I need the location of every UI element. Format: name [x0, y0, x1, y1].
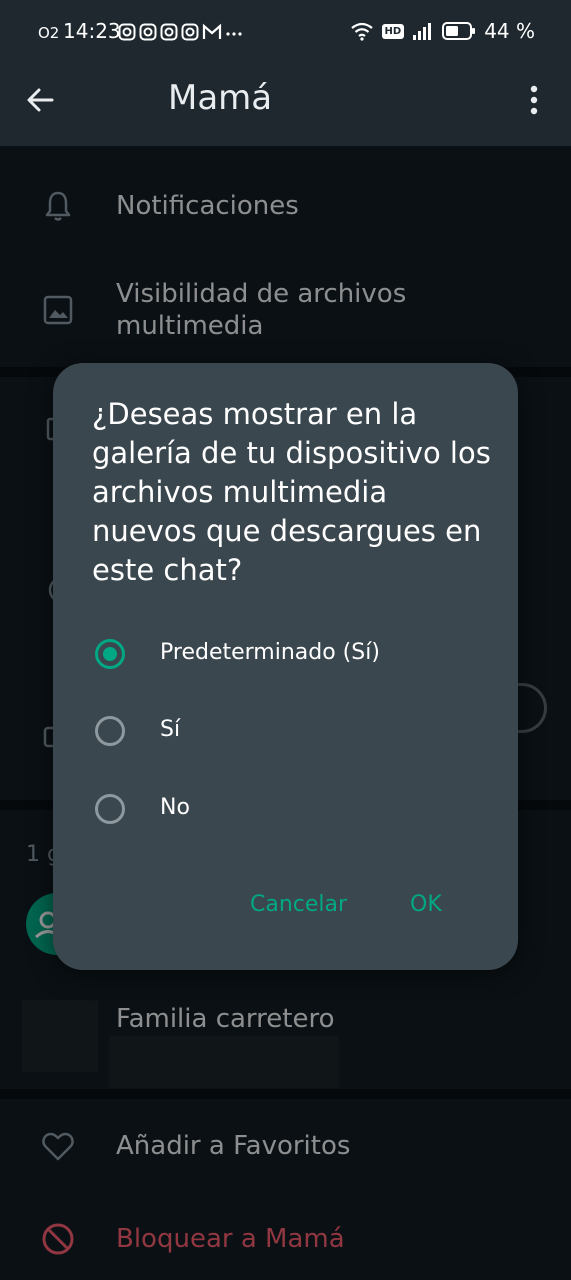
instagram-icon — [118, 23, 136, 41]
option-label: Predeterminado (Sí) — [160, 640, 380, 665]
hd-badge: HD — [381, 23, 405, 39]
back-arrow-icon[interactable] — [22, 82, 58, 118]
clock: 14:23 — [63, 19, 121, 43]
status-right: HD 44 % — [350, 19, 535, 43]
notification-icons — [118, 22, 243, 42]
page-title: Mamá — [168, 78, 273, 118]
battery-percent: 44 % — [484, 19, 535, 43]
gmail-icon — [202, 23, 222, 39]
option-yes[interactable]: Sí — [93, 705, 493, 761]
block-label: Bloquear a Mamá — [116, 1224, 345, 1254]
section-divider — [0, 1089, 571, 1099]
ok-button[interactable]: OK — [410, 892, 442, 917]
add-favorites-row[interactable]: Añadir a Favoritos — [0, 1108, 571, 1188]
dialog-question: ¿Deseas mostrar en la galería de tu disp… — [92, 397, 491, 587]
group-members-redacted — [109, 1036, 339, 1088]
bell-icon — [45, 191, 71, 221]
instagram-icon — [160, 23, 178, 41]
carrier-label: O2 — [38, 24, 60, 42]
radio-unselected[interactable] — [95, 794, 125, 824]
heart-icon — [42, 1132, 74, 1161]
group-list-item[interactable]: Familia carretero — [0, 990, 571, 1090]
status-bar: O2 14:23 HD 44 % — [0, 0, 571, 62]
media-visibility-dialog: ¿Deseas mostrar en la galería de tu disp… — [53, 363, 518, 970]
notifications-label: Notificaciones — [116, 191, 299, 221]
option-label: Sí — [160, 717, 181, 742]
option-default[interactable]: Predeterminado (Sí) — [93, 628, 493, 684]
wifi-icon — [350, 22, 373, 41]
instagram-icon — [181, 23, 199, 41]
media-visibility-label: Visibilidad de archivos multimedia — [116, 279, 407, 341]
radio-unselected[interactable] — [95, 716, 125, 746]
block-contact-row[interactable]: Bloquear a Mamá — [0, 1203, 571, 1279]
image-icon — [43, 295, 73, 325]
notifications-row[interactable]: Notificaciones — [0, 166, 571, 246]
more-icon — [226, 32, 242, 36]
group-name: Familia carretero — [116, 1004, 335, 1034]
radio-selected[interactable] — [95, 639, 125, 669]
option-label: No — [160, 795, 190, 820]
battery-icon — [442, 22, 476, 40]
group-avatar — [22, 1000, 98, 1072]
cancel-button[interactable]: Cancelar — [250, 892, 347, 917]
signal-icon — [413, 23, 432, 40]
add-favorites-label: Añadir a Favoritos — [116, 1131, 351, 1161]
option-no[interactable]: No — [93, 783, 493, 839]
media-visibility-row[interactable]: Visibilidad de archivos multimedia — [0, 270, 571, 360]
instagram-icon — [139, 23, 157, 41]
app-bar: Mamá — [0, 62, 571, 146]
block-icon — [42, 1223, 74, 1255]
more-options-icon[interactable] — [519, 82, 549, 118]
